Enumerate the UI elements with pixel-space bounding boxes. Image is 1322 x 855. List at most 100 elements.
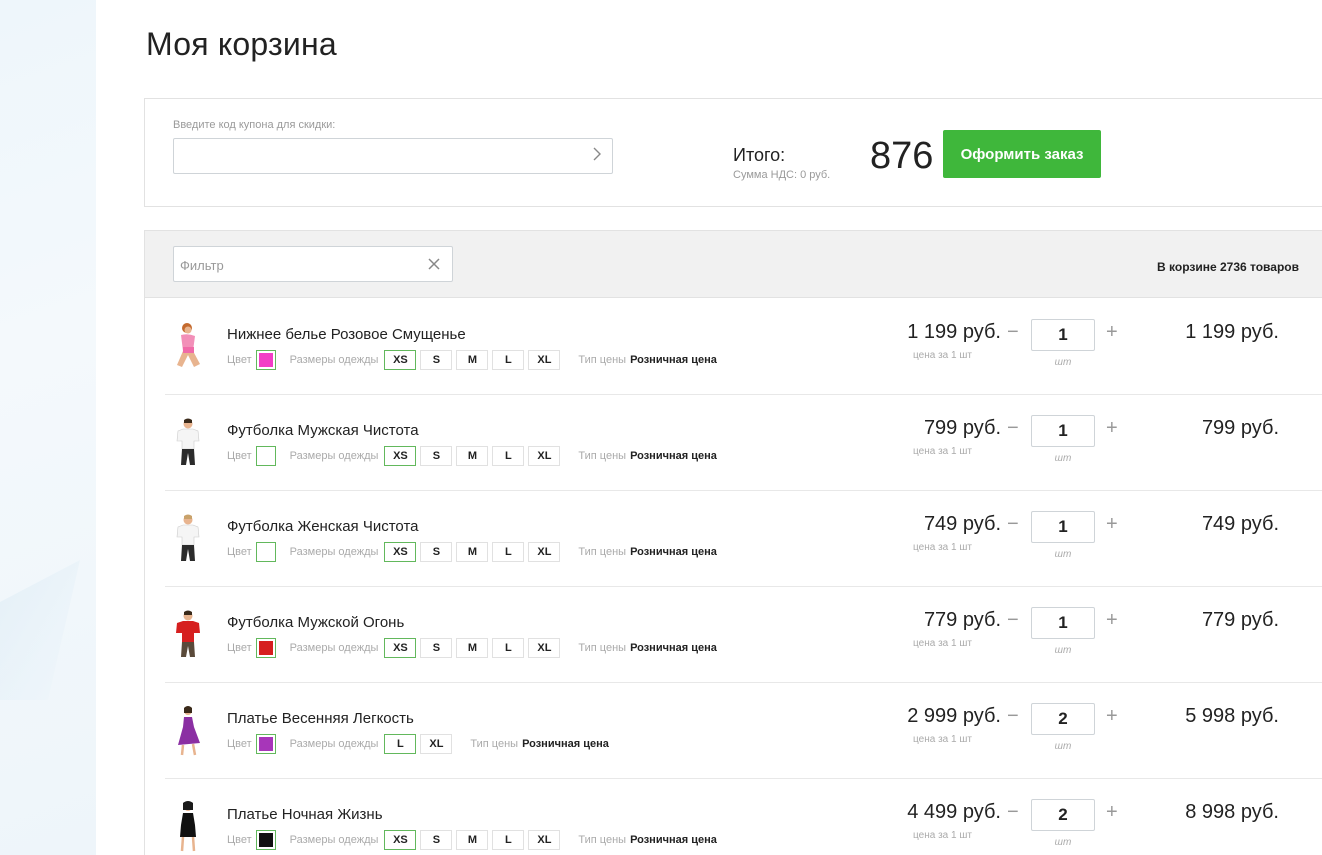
price-type-value: Розничная цена [630,354,717,366]
quantity-input[interactable]: 1 [1031,511,1095,543]
coupon-label: Введите код купона для скидки: [173,119,336,131]
size-option[interactable]: M [456,350,489,370]
price-type-label: Тип цены [578,834,627,846]
cart-item-row: Футболка Женская Чистота Цвет Размеры од… [165,491,1322,587]
size-selector: XS S M L XL [384,830,564,850]
color-label: Цвет [227,354,252,366]
item-name[interactable]: Платье Весенняя Легкость [227,710,414,727]
cart-item-row: Футболка Мужская Чистота Цвет Размеры од… [165,395,1322,491]
red-tshirt-man-icon[interactable] [173,609,203,661]
chevron-right-icon[interactable] [592,147,602,166]
plus-icon[interactable]: + [1106,801,1118,824]
size-option[interactable]: M [456,542,489,562]
size-option[interactable]: M [456,638,489,658]
color-swatch[interactable] [255,542,276,562]
color-swatch[interactable] [255,734,276,754]
size-option[interactable]: S [420,638,453,658]
order-summary-panel: Введите код купона для скидки: Итого: Су… [144,98,1322,207]
sizes-label: Размеры одежды [289,738,379,750]
cart-item-row: Футболка Мужской Огонь Цвет Размеры одеж… [165,587,1322,683]
size-option[interactable]: S [420,350,453,370]
minus-icon[interactable]: − [1007,705,1019,728]
size-option[interactable]: L [492,350,525,370]
checkout-button[interactable]: Оформить заказ [943,130,1101,178]
unit-price-caption: цена за 1 шт [913,350,972,361]
plus-icon[interactable]: + [1106,609,1118,632]
color-label: Цвет [227,834,252,846]
pink-lingerie-model-icon[interactable] [173,321,203,373]
size-option[interactable]: L [492,830,525,850]
size-option[interactable]: XL [528,446,561,466]
price-type-value: Розничная цена [630,642,717,654]
plus-icon[interactable]: + [1106,321,1118,344]
size-option[interactable]: L [492,446,525,466]
color-swatch[interactable] [255,446,276,466]
quantity-unit: шт [1054,357,1072,368]
size-option[interactable]: XL [420,734,453,754]
minus-icon[interactable]: − [1007,417,1019,440]
line-total: 8 998 руб. [1185,801,1279,823]
quantity-input[interactable]: 1 [1031,415,1095,447]
unit-price: 779 руб. [923,609,1001,631]
color-swatch-fill [258,833,273,847]
price-type-label: Тип цены [470,738,519,750]
size-option[interactable]: XS [384,638,417,658]
item-properties: Цвет Размеры одежды XS S M L XL Тип цены Роз… [227,350,717,370]
filter-input[interactable]: Фильтр [173,246,453,282]
item-name[interactable]: Нижнее белье Розовое Смущенье [227,326,466,343]
unit-price-caption: цена за 1 шт [913,446,972,457]
quantity-input[interactable]: 1 [1031,319,1095,351]
size-option[interactable]: L [384,734,417,754]
color-swatch[interactable] [255,350,276,370]
white-tshirt-woman-icon[interactable] [173,513,203,565]
size-option[interactable]: L [492,542,525,562]
cart-item-row: Платье Весенняя Легкость Цвет Размеры од… [165,683,1322,779]
size-option[interactable]: XS [384,542,417,562]
size-option[interactable]: XL [528,830,561,850]
size-option[interactable]: XS [384,830,417,850]
unit-price: 1 199 руб. [907,321,1001,343]
line-total: 749 руб. [1201,513,1279,535]
color-swatch[interactable] [255,830,276,850]
size-option[interactable]: M [456,446,489,466]
size-option[interactable]: XL [528,542,561,562]
line-total: 799 руб. [1201,417,1279,439]
size-option[interactable]: L [492,638,525,658]
quantity-input[interactable]: 2 [1031,799,1095,831]
unit-price: 2 999 руб. [907,705,1001,727]
minus-icon[interactable]: − [1007,321,1019,344]
coupon-input[interactable] [173,138,613,174]
item-properties: Цвет Размеры одежды XS S M L XL Тип цены Роз… [227,638,717,658]
color-swatch-fill [258,641,273,655]
purple-dress-woman-icon[interactable] [173,705,203,757]
item-name[interactable]: Футболка Женская Чистота [227,518,418,535]
color-swatch[interactable] [255,638,276,658]
black-dress-woman-icon[interactable] [173,801,203,853]
size-option[interactable]: XS [384,446,417,466]
item-name[interactable]: Футболка Мужская Чистота [227,422,419,439]
minus-icon[interactable]: − [1007,609,1019,632]
white-tshirt-man-icon[interactable] [173,417,203,469]
size-option[interactable]: XS [384,350,417,370]
quantity-input[interactable]: 1 [1031,607,1095,639]
size-option[interactable]: S [420,446,453,466]
minus-icon[interactable]: − [1007,513,1019,536]
size-option[interactable]: XL [528,350,561,370]
item-name[interactable]: Футболка Мужской Огонь [227,614,404,631]
size-option[interactable]: XL [528,638,561,658]
item-name[interactable]: Платье Ночная Жизнь [227,806,383,823]
quantity-input[interactable]: 2 [1031,703,1095,735]
plus-icon[interactable]: + [1106,417,1118,440]
cart-item-row: Платье Ночная Жизнь Цвет Размеры одежды … [165,779,1322,855]
color-swatch-fill [258,545,273,559]
sizes-label: Размеры одежды [289,354,379,366]
plus-icon[interactable]: + [1106,513,1118,536]
plus-icon[interactable]: + [1106,705,1118,728]
size-option[interactable]: M [456,830,489,850]
sizes-label: Размеры одежды [289,450,379,462]
close-icon[interactable] [428,254,440,275]
minus-icon[interactable]: − [1007,801,1019,824]
size-option[interactable]: S [420,830,453,850]
size-option[interactable]: S [420,542,453,562]
price-type-label: Тип цены [578,546,627,558]
